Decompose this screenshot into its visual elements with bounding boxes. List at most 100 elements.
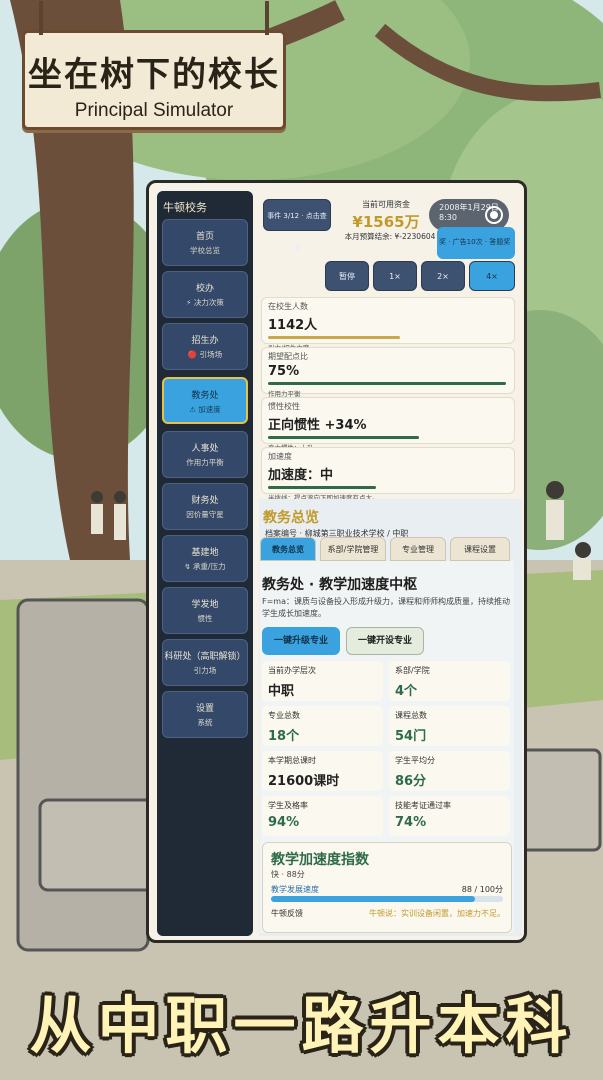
stat-majors: 专业总数 18个 bbox=[262, 706, 383, 746]
stat-label: 技能考证通过率 bbox=[395, 801, 451, 810]
sidebar-item-admissions[interactable]: 招生办 🔴 引场场 bbox=[162, 323, 248, 370]
stat-average-score: 学生平均分 86分 bbox=[389, 751, 510, 791]
sign-rope-right bbox=[265, 1, 269, 35]
metric-bar bbox=[268, 436, 420, 439]
sidebar-item-construction[interactable]: 基建地 ↯ 承重/压力 bbox=[162, 535, 248, 582]
title-sign: 坐在树下的校长 Principal Simulator bbox=[22, 1, 286, 130]
metric-bar bbox=[268, 382, 506, 385]
index-title: 教学加速度指数 bbox=[271, 852, 369, 868]
sidebar-item-sub: 惯性 bbox=[197, 614, 213, 623]
stat-value: 54门 bbox=[395, 729, 427, 744]
tab-departments[interactable]: 系部/学院管理 bbox=[320, 537, 386, 561]
section-description: F=ma：课质与设备投入形成升级力，课程和师师构成质量，持续推动学生成长加速度。 bbox=[262, 597, 510, 618]
stat-value: 18个 bbox=[268, 729, 300, 744]
sidebar-item-sub: 因价量守星 bbox=[186, 510, 224, 519]
stat-cert-rate: 技能考证通过率 74% bbox=[389, 796, 510, 836]
sidebar-item-sub: 🔴 引场场 bbox=[187, 350, 223, 359]
stat-value: 74% bbox=[395, 815, 427, 830]
sidebar-item-label: 招生办 bbox=[191, 336, 219, 346]
sidebar-item-label: 首页 bbox=[195, 232, 214, 242]
sidebar-item-development[interactable]: 学发地 惯性 bbox=[162, 587, 248, 634]
sidebar-item-finance[interactable]: 财务处 因价量守星 bbox=[162, 483, 248, 530]
speed-pause-button[interactable]: 暂停 bbox=[325, 261, 369, 291]
sidebar-item-settings[interactable]: 设置 系统 bbox=[162, 691, 248, 738]
budget-text: 本月预算结余: ¥-2230604 bbox=[344, 232, 436, 241]
stat-value: 86分 bbox=[395, 774, 427, 789]
sidebar-item-label: 设置 bbox=[195, 704, 214, 714]
tab-majors[interactable]: 专业管理 bbox=[390, 537, 446, 561]
metric-card-ratio: 期望配点比 75% 作用力平衡 bbox=[261, 347, 515, 398]
stat-value: 94% bbox=[268, 815, 300, 830]
metric-card-acceleration: 加速度 加速度：中 半拨线：提点滚向下即加速度有点大。 bbox=[261, 447, 515, 502]
record-icon[interactable] bbox=[485, 206, 503, 224]
upgrade-all-majors-button[interactable]: 一键升级专业 bbox=[262, 627, 340, 655]
metric-label: 惯性校性 bbox=[268, 402, 300, 411]
index-progress-fill bbox=[271, 896, 476, 902]
metric-bar bbox=[268, 336, 400, 339]
sidebar-item-sub: ⚠ 加速度 bbox=[189, 405, 221, 414]
sidebar-item-hr[interactable]: 人事处 作用力平衡 bbox=[162, 431, 248, 478]
metric-value: 加速度：中 bbox=[268, 468, 334, 483]
sidebar-item-label: 财务处 bbox=[191, 496, 219, 506]
sidebar-item-home[interactable]: 首页 学校总览 bbox=[162, 219, 248, 266]
feedback-label: 牛顿反馈 bbox=[271, 909, 303, 918]
game-title: 坐在树下的校长 bbox=[28, 55, 280, 95]
stat-label: 本学期总课时 bbox=[268, 756, 316, 765]
metric-card-students: 在校生人数 1142人 引力/招生力度 bbox=[261, 297, 515, 352]
game-subtitle: Principal Simulator bbox=[74, 100, 234, 121]
sidebar-item-sub: 引力场 bbox=[193, 666, 217, 675]
metric-label: 加速度 bbox=[268, 452, 292, 461]
sidebar-item-label: 基建地 bbox=[191, 548, 219, 558]
speed-2x-button[interactable]: 2× bbox=[421, 261, 465, 291]
index-score: 88 / 100分 bbox=[461, 885, 503, 894]
sidebar-item-label: 学发地 bbox=[191, 600, 219, 610]
sidebar-item-label: 教务处 bbox=[191, 391, 219, 401]
sidebar: 牛顿校务 首页 学校总览 校办 ⚡ 决力次策 招生办 🔴 引场场 教务处 ⚠ 加速度 人… bbox=[157, 191, 253, 936]
stat-label: 学生平均分 bbox=[395, 756, 435, 765]
event-button[interactable]: 事件 3/12 · 点击查看 bbox=[263, 199, 331, 252]
index-bar-label: 教学发展速度 bbox=[271, 885, 319, 894]
index-progress-track bbox=[271, 896, 503, 902]
stat-pass-rate: 学生及格率 94% bbox=[262, 796, 383, 836]
stat-label: 学生及格率 bbox=[268, 801, 308, 810]
acceleration-index-card: 教学加速度指数 快 · 88分 教学发展速度 88 / 100分 牛顿反馈 牛顿… bbox=[262, 842, 512, 933]
metric-bar bbox=[268, 486, 376, 489]
sidebar-item-sub: 学校总览 bbox=[190, 246, 220, 255]
stat-hours: 本学期总课时 21600课时 bbox=[262, 751, 383, 791]
overview-title: 教务总览 bbox=[263, 510, 319, 526]
sidebar-item-research[interactable]: 科研处（高职解锁） 引力场 bbox=[162, 639, 248, 686]
funds-label: 当前可用资金 bbox=[362, 200, 410, 209]
sidebar-item-label: 人事处 bbox=[191, 444, 219, 454]
sidebar-item-sub: ↯ 承重/压力 bbox=[184, 562, 226, 571]
stat-courses: 课程总数 54门 bbox=[389, 706, 510, 746]
section-title: 教务处 · 教学加速度中枢 bbox=[262, 577, 418, 593]
sidebar-item-sub: 系统 bbox=[197, 718, 213, 727]
speed-1x-button[interactable]: 1× bbox=[373, 261, 417, 291]
sidebar-item-label: 科研处（高职解锁） bbox=[164, 652, 246, 662]
sidebar-item-sub: 作用力平衡 bbox=[186, 458, 224, 467]
tab-academic-overview[interactable]: 教务总览 bbox=[260, 537, 316, 561]
sign-rope-left bbox=[39, 1, 43, 35]
sidebar-item-sub: ⚡ 决力次策 bbox=[186, 298, 224, 307]
stat-value: 4个 bbox=[395, 684, 418, 699]
stat-label: 当前办学层次 bbox=[268, 666, 316, 675]
open-all-majors-button[interactable]: 一键开设专业 bbox=[346, 627, 424, 655]
sidebar-item-label: 校办 bbox=[195, 284, 214, 294]
metric-label: 期望配点比 bbox=[268, 352, 308, 361]
metric-value: 正向惯性 +34% bbox=[268, 418, 367, 433]
stat-value: 21600课时 bbox=[268, 774, 340, 789]
sidebar-item-office[interactable]: 校办 ⚡ 决力次策 bbox=[162, 271, 248, 318]
metric-card-inertia: 惯性校性 正向惯性 +34% 变力惯性：上升 bbox=[261, 397, 515, 452]
stat-value: 中职 bbox=[268, 684, 295, 699]
speed-4x-button[interactable]: 4× bbox=[469, 261, 515, 291]
stat-label: 专业总数 bbox=[268, 711, 300, 720]
ad-reward-button[interactable]: 奖 · 广告10次 · 答题奖 bbox=[437, 227, 515, 259]
stat-label: 系部/学院 bbox=[395, 666, 430, 675]
index-speed: 快 · 88分 bbox=[271, 870, 305, 879]
stat-level: 当前办学层次 中职 bbox=[262, 661, 383, 701]
promo-slogan: 从中职一路升本科 bbox=[29, 989, 574, 1062]
tab-courses[interactable]: 课程设置 bbox=[450, 537, 510, 561]
funds-value: ¥1565万 bbox=[352, 213, 420, 231]
sidebar-item-academic[interactable]: 教务处 ⚠ 加速度 bbox=[162, 377, 248, 424]
stat-departments: 系部/学院 4个 bbox=[389, 661, 510, 701]
